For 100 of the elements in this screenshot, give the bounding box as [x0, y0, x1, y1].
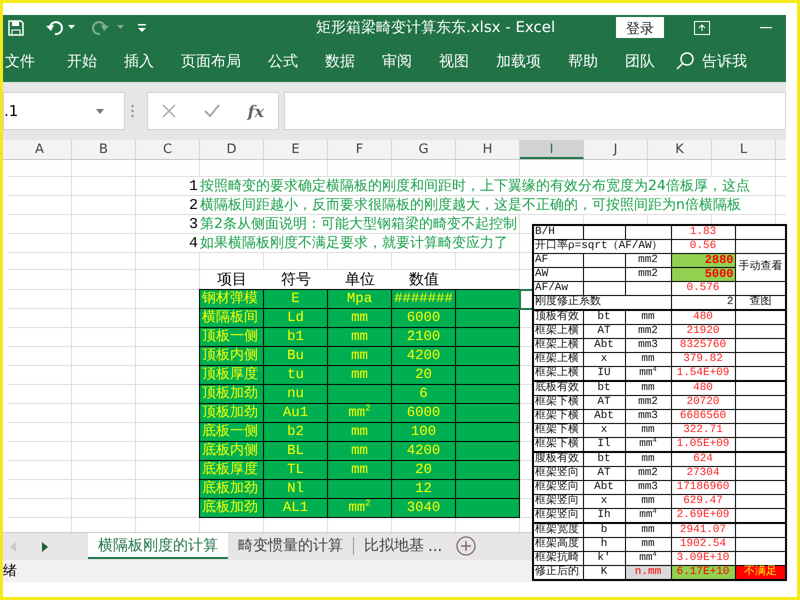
table-cell: 2941.07	[671, 523, 735, 538]
search-icon[interactable]	[676, 52, 694, 70]
table-cell: mm3	[625, 410, 671, 424]
table-cell: 4200	[391, 441, 456, 461]
table-cell: 100	[391, 422, 456, 442]
table-cell: 不满足	[735, 566, 786, 580]
table-cell: 修正后的	[533, 566, 583, 580]
table-cell: mm	[625, 494, 671, 508]
table-cell: 框架下横	[533, 424, 583, 438]
column-header[interactable]: L	[712, 140, 776, 159]
table-cell: mm2	[625, 324, 671, 338]
table-cell: 6000	[391, 308, 456, 328]
caret-icon[interactable]	[96, 108, 104, 114]
table-cell: 框架上横	[533, 366, 583, 381]
ribbon-tab[interactable]: 公式	[268, 52, 298, 70]
table-cell: 顶板厚度	[199, 365, 264, 385]
table-cell: 框架抗畸	[533, 552, 583, 566]
table-cell: 框架上横	[533, 324, 583, 338]
column-header[interactable]: E	[264, 140, 328, 159]
status-text: 绪	[3, 563, 17, 579]
table-cell	[327, 384, 392, 404]
ribbon-tab[interactable]: 插入	[124, 52, 154, 70]
ribbon-tab[interactable]: 审阅	[382, 52, 412, 70]
table-cell: 20	[391, 365, 456, 385]
check-icon[interactable]	[204, 104, 220, 118]
table-cell: mm	[327, 422, 392, 442]
table-cell: AF	[533, 254, 583, 268]
redo-icon	[91, 20, 109, 36]
login-button[interactable]: 登录	[616, 17, 664, 38]
tell-me-field[interactable]: 告诉我	[702, 52, 747, 70]
table-cell: mm	[625, 310, 671, 324]
ribbon-tab[interactable]: 开始	[67, 52, 97, 70]
table-cell: 322.71	[671, 424, 735, 438]
table-cell: E	[263, 289, 328, 309]
table-cell: mm	[625, 538, 671, 552]
table-cell: 刚度修正系数	[533, 296, 671, 310]
table-cell: mm	[625, 381, 671, 396]
undo-icon[interactable]	[46, 20, 64, 36]
table-cell: x	[583, 352, 625, 366]
table-cell: 1.83	[671, 225, 735, 240]
table-cell: 20	[391, 460, 456, 480]
name-box[interactable]: .1	[3, 92, 125, 130]
column-header[interactable]: A	[8, 140, 72, 159]
ribbon-tab[interactable]: 数据	[325, 52, 355, 70]
table-cell: Bu	[263, 346, 328, 366]
table-cell: n.mm	[625, 566, 671, 580]
column-header[interactable]: J	[584, 140, 648, 159]
table-cell: 480	[671, 310, 735, 324]
ribbon-tab[interactable]: 帮助	[568, 52, 598, 70]
column-header[interactable]: K	[648, 140, 712, 159]
table-cell: bt	[583, 381, 625, 396]
table-cell	[455, 346, 520, 366]
note-text: 按照畸变的要求确定横隔板的刚度和间距时，上下翼缘的有效分布宽度为24倍板厚，这点	[200, 177, 750, 195]
table-cell: 顶板加劲	[199, 384, 264, 404]
more-sheets-button[interactable]: ...	[428, 537, 442, 555]
table-cell: mm3	[625, 480, 671, 494]
ribbon-tab[interactable]: 页面布局	[181, 52, 241, 70]
table-cell: 21920	[671, 324, 735, 338]
column-header[interactable]: D	[200, 140, 264, 159]
grip-icon	[131, 104, 134, 118]
table-cell	[455, 327, 520, 347]
table-cell: 2100	[391, 327, 456, 347]
column-header[interactable]: I	[520, 140, 584, 159]
table-cell: AF/Aw	[533, 282, 583, 296]
table-cell: 12	[391, 479, 456, 499]
minimize-icon[interactable]	[760, 26, 772, 28]
table-cell: 框架上横	[533, 352, 583, 366]
caret-icon[interactable]	[68, 25, 75, 30]
insert-function-button[interactable]: fx	[248, 102, 264, 120]
table-cell: b2	[263, 422, 328, 442]
column-header[interactable]: C	[136, 140, 200, 159]
table-cell: 底板内侧	[199, 441, 264, 461]
table-cell: mm	[327, 346, 392, 366]
table-cell: mm	[625, 452, 671, 466]
table-cell: 框架竖向	[533, 466, 583, 480]
formula-input[interactable]	[284, 92, 786, 130]
column-header[interactable]: F	[328, 140, 392, 159]
column-header[interactable]: G	[392, 140, 456, 159]
ribbon-tab[interactable]: 团队	[625, 52, 655, 70]
ribbon-tab[interactable]: 加载项	[496, 52, 541, 70]
table-cell: mm	[327, 441, 392, 461]
save-icon[interactable]	[8, 20, 24, 36]
add-sheet-icon[interactable]	[456, 536, 476, 556]
table-cell: b1	[263, 327, 328, 347]
table-cell: TL	[263, 460, 328, 480]
table-cell: Abt	[583, 338, 625, 352]
table-cell: mm	[327, 460, 392, 480]
ribbon-display-icon[interactable]	[694, 20, 710, 34]
table-cell	[455, 441, 520, 461]
ribbon-tab[interactable]: 文件	[5, 52, 35, 70]
customize-icon[interactable]	[138, 24, 146, 32]
next-sheet-icon[interactable]	[42, 542, 48, 552]
table-cell: mm	[327, 365, 392, 385]
column-header[interactable]: B	[72, 140, 136, 159]
table-cell: 顶板内侧	[199, 346, 264, 366]
table-cell	[455, 289, 520, 309]
sheet-tab[interactable]: 畸变惯量的计算	[228, 533, 353, 559]
ribbon-tab[interactable]: 视图	[439, 52, 469, 70]
sheet-tab[interactable]: 横隔板刚度的计算	[88, 532, 228, 558]
table-cell: mm2	[625, 396, 671, 410]
